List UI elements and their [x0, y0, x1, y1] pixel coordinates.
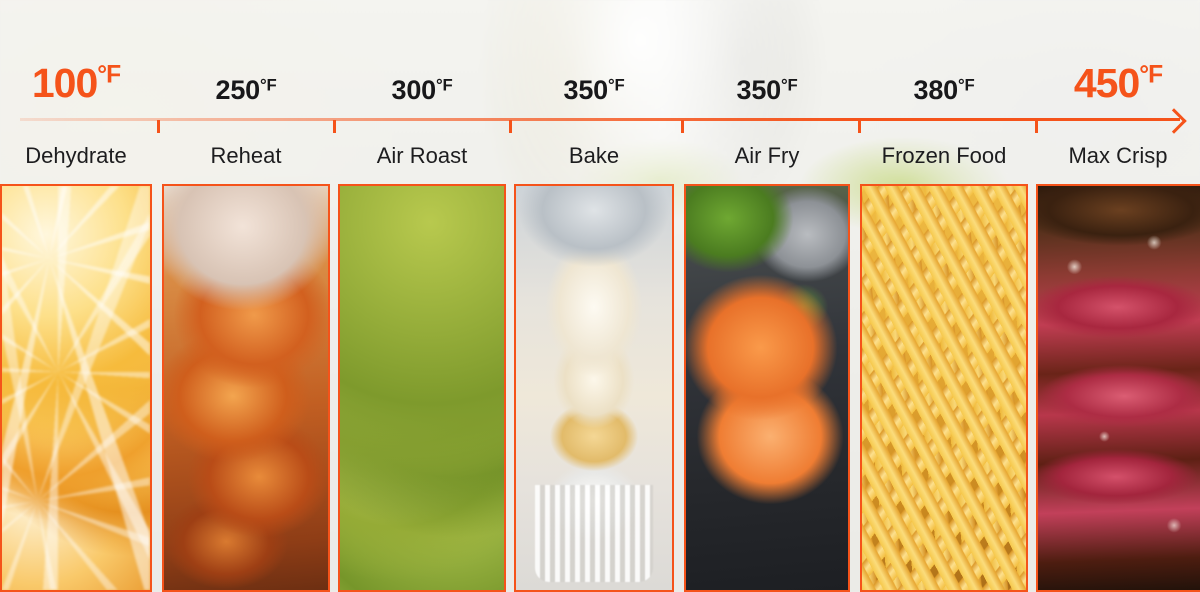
degree-unit: °F — [435, 75, 453, 95]
temperature-cell: 350°F — [514, 0, 674, 112]
temperature-cell: 380°F — [860, 0, 1028, 112]
food-photo-frozen-food — [860, 184, 1028, 592]
temperature-value: 350°F — [563, 75, 625, 105]
degree-unit: °F — [259, 75, 277, 95]
mode-label-row: Dehydrate Reheat Air Roast Bake Air Fry … — [0, 134, 1200, 178]
mode-label-reheat: Reheat — [162, 134, 330, 178]
temperature-value: 250°F — [215, 75, 277, 105]
food-image-sprouts — [340, 186, 504, 590]
temperature-cell: 350°F — [684, 0, 850, 112]
mode-label-air-fry: Air Fry — [684, 134, 850, 178]
food-image-citrus — [2, 186, 150, 590]
axis-tick — [1035, 120, 1038, 133]
mode-label-bake: Bake — [514, 134, 674, 178]
temperature-cell: 450°F — [1036, 0, 1200, 112]
mode-label-text: Air Roast — [376, 143, 468, 168]
mode-label-text: Dehydrate — [25, 143, 127, 168]
mode-label-frozen-food: Frozen Food — [860, 134, 1028, 178]
temperature-value: 100°F — [31, 60, 121, 106]
degree-unit: °F — [97, 61, 121, 89]
temperature-value: 380°F — [913, 75, 975, 105]
mode-label-text: Bake — [568, 143, 620, 168]
arrow-right-icon — [1161, 108, 1187, 134]
axis-tick — [858, 120, 861, 133]
mode-label-dehydrate: Dehydrate — [0, 134, 152, 178]
temperature-axis — [0, 108, 1200, 136]
mode-label-text: Reheat — [210, 143, 282, 168]
temperature-guide-infographic: 100°F 250°F 300°F 350°F 350°F 380°F 450°… — [0, 0, 1200, 592]
mode-label-text: Air Fry — [734, 143, 800, 168]
food-photo-reheat — [162, 184, 330, 592]
food-image-wings — [164, 186, 328, 590]
degree-unit: °F — [607, 75, 625, 95]
food-image-fries — [862, 186, 1026, 590]
mode-label-text: Max Crisp — [1068, 143, 1168, 168]
temperature-value: 450°F — [1073, 60, 1163, 106]
food-photo-bake — [514, 184, 674, 592]
degree-unit: °F — [1139, 61, 1163, 89]
temperature-value: 350°F — [736, 75, 798, 105]
axis-tick — [509, 120, 512, 133]
food-photo-dehydrate — [0, 184, 152, 592]
axis-tick — [333, 120, 336, 133]
axis-tick — [157, 120, 160, 133]
mode-label-max-crisp: Max Crisp — [1036, 134, 1200, 178]
axis-line — [20, 118, 1180, 121]
temperature-value: 300°F — [391, 75, 453, 105]
degree-unit: °F — [957, 75, 975, 95]
axis-tick — [681, 120, 684, 133]
food-image-steak — [1038, 186, 1200, 590]
food-photo-air-roast — [338, 184, 506, 592]
mode-label-text: Frozen Food — [881, 143, 1007, 168]
food-photo-max-crisp — [1036, 184, 1200, 592]
food-image-cupcake — [516, 186, 672, 590]
degree-unit: °F — [780, 75, 798, 95]
temperature-cell: 250°F — [162, 0, 330, 112]
temperature-value-row: 100°F 250°F 300°F 350°F 350°F 380°F 450°… — [0, 0, 1200, 112]
temperature-cell: 300°F — [338, 0, 506, 112]
food-photo-air-fry — [684, 184, 850, 592]
temperature-cell: 100°F — [0, 0, 152, 112]
mode-label-air-roast: Air Roast — [338, 134, 506, 178]
food-image-salmon — [686, 186, 848, 590]
